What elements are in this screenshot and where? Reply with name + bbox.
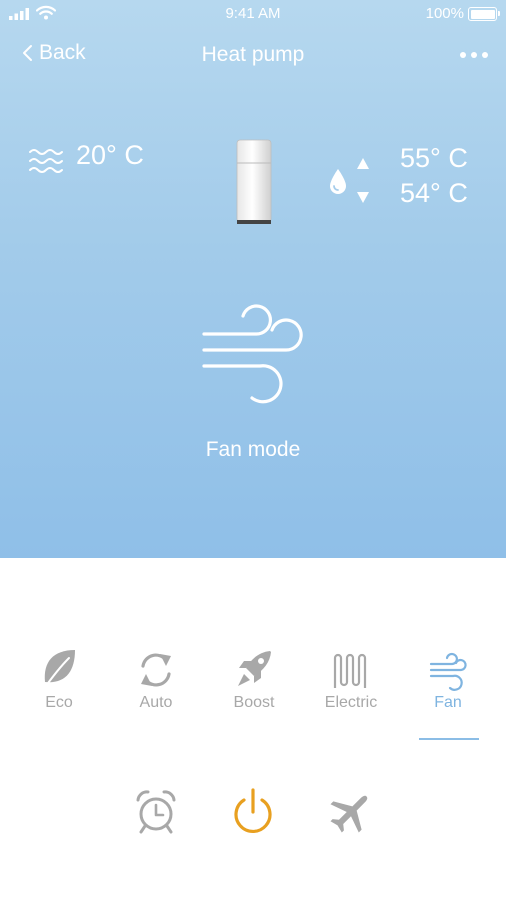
current-temperature: 54° C: [400, 178, 468, 208]
fan-mode-wind-icon: [202, 304, 303, 404]
water-tank-icon: [236, 139, 272, 224]
dot-icon: [471, 52, 477, 58]
leaf-icon: [42, 650, 75, 691]
more-options-button[interactable]: [460, 52, 488, 58]
active-mode-indicator: [419, 738, 479, 740]
mode-auto-button[interactable]: Auto: [111, 648, 201, 712]
battery-percent: 100%: [425, 5, 464, 22]
mode-boost-button[interactable]: Boost: [209, 648, 299, 712]
battery-icon: [468, 7, 500, 21]
dot-icon: [482, 52, 488, 58]
page-title: Heat pump: [201, 43, 305, 66]
temperature-up-button[interactable]: [357, 158, 369, 169]
wind-icon: [429, 652, 467, 691]
ambient-temperature: 20° C: [76, 140, 144, 170]
target-temperature: 55° C: [400, 143, 468, 173]
water-drop-icon: [330, 169, 346, 194]
power-icon[interactable]: [229, 786, 277, 838]
mode-boost-label: Boost: [233, 694, 275, 711]
alarm-clock-icon[interactable]: [132, 786, 180, 838]
mode-eco-label: Eco: [45, 694, 73, 711]
current-mode-label: Fan mode: [205, 438, 301, 461]
rocket-icon: [238, 651, 271, 686]
temperature-down-button[interactable]: [357, 192, 369, 203]
mode-electric-label: Electric: [324, 694, 378, 711]
mode-electric-button[interactable]: Electric: [306, 648, 396, 712]
mode-eco-button[interactable]: Eco: [14, 648, 104, 712]
mode-auto-label: Auto: [139, 694, 173, 711]
airplane-icon[interactable]: [327, 786, 375, 838]
mode-fan-button[interactable]: Fan: [403, 648, 493, 712]
heating-coil-icon: [333, 653, 367, 688]
ambient-waves-icon: [29, 149, 63, 173]
refresh-icon: [141, 653, 171, 687]
dot-icon: [460, 52, 466, 58]
status-bar: 9:41 AM 100%: [0, 0, 506, 28]
mode-fan-label: Fan: [434, 694, 462, 711]
hero-panel: 9:41 AM 100% Back Heat pump 20° C 55° C …: [0, 0, 506, 558]
